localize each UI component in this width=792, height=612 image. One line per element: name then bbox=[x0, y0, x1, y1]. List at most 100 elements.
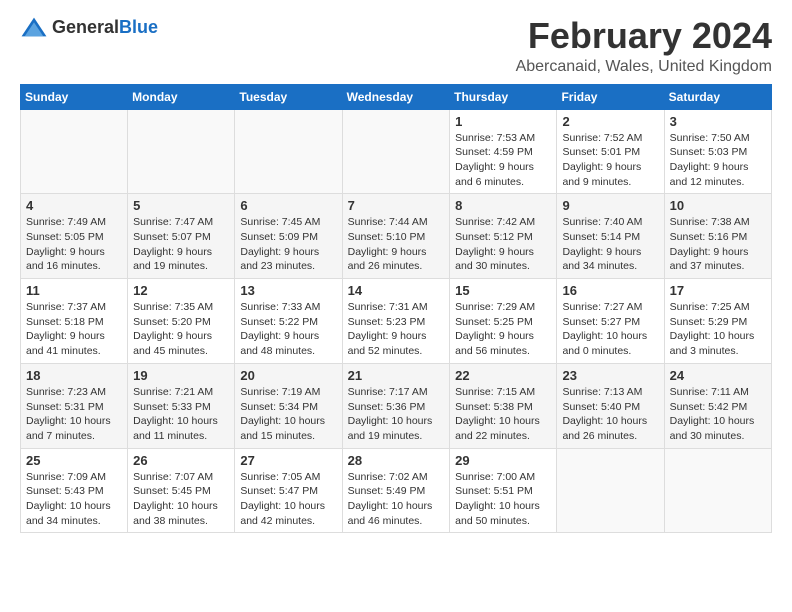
calendar-cell: 22Sunrise: 7:15 AM Sunset: 5:38 PM Dayli… bbox=[450, 363, 557, 448]
day-number: 4 bbox=[26, 198, 122, 213]
calendar-week-row: 11 Sunrise: 7:37 AM Sunset: 5:18 PM Dayli… bbox=[21, 279, 772, 364]
day-number: 26 bbox=[133, 453, 229, 468]
cell-info: Sunrise: 7:35 AM Sunset: 5:20 PM Dayligh… bbox=[133, 300, 229, 359]
calendar-cell: 25 Sunrise: 7:09 AM Sunset: 5:43 PM Dayli… bbox=[21, 448, 128, 533]
day-number: 5 bbox=[133, 198, 229, 213]
logo: GeneralBlue bbox=[20, 16, 158, 38]
calendar-cell: 29 Sunrise: 7:00 AM Sunset: 5:51 PM Dayli… bbox=[450, 448, 557, 533]
cell-info: Sunrise: 7:11 AM Sunset: 5:42 PM Dayligh… bbox=[670, 385, 766, 444]
calendar-cell: 21 Sunrise: 7:17 AM Sunset: 5:36 PM Dayli… bbox=[342, 363, 450, 448]
calendar-cell: 14Sunrise: 7:31 AM Sunset: 5:23 PM Dayli… bbox=[342, 279, 450, 364]
calendar-cell: 16 Sunrise: 7:27 AM Sunset: 5:27 PM Dayli… bbox=[557, 279, 664, 364]
day-number: 1 bbox=[455, 114, 551, 129]
day-number: 29 bbox=[455, 453, 551, 468]
day-number: 24 bbox=[670, 368, 766, 383]
cell-info: Sunrise: 7:19 AM Sunset: 5:34 PM Dayligh… bbox=[240, 385, 336, 444]
logo-general-text: General bbox=[52, 17, 119, 38]
day-number: 25 bbox=[26, 453, 122, 468]
calendar-week-row: 18 Sunrise: 7:23 AM Sunset: 5:31 PM Dayli… bbox=[21, 363, 772, 448]
day-number: 7 bbox=[348, 198, 445, 213]
cell-info: Sunrise: 7:09 AM Sunset: 5:43 PM Dayligh… bbox=[26, 470, 122, 529]
cell-info: Sunrise: 7:33 AM Sunset: 5:22 PM Dayligh… bbox=[240, 300, 336, 359]
calendar-cell bbox=[557, 448, 664, 533]
calendar-cell: 28 Sunrise: 7:02 AM Sunset: 5:49 PM Dayli… bbox=[342, 448, 450, 533]
day-number: 11 bbox=[26, 283, 122, 298]
calendar-cell: 2 Sunrise: 7:52 AM Sunset: 5:01 PM Daylig… bbox=[557, 109, 664, 194]
calendar-cell: 24 Sunrise: 7:11 AM Sunset: 5:42 PM Dayli… bbox=[664, 363, 771, 448]
day-number: 23 bbox=[562, 368, 658, 383]
cell-info: Sunrise: 7:47 AM Sunset: 5:07 PM Dayligh… bbox=[133, 215, 229, 274]
weekday-header-saturday: Saturday bbox=[664, 84, 771, 109]
calendar-cell: 9 Sunrise: 7:40 AM Sunset: 5:14 PM Daylig… bbox=[557, 194, 664, 279]
calendar-week-row: 4 Sunrise: 7:49 AM Sunset: 5:05 PM Daylig… bbox=[21, 194, 772, 279]
cell-info: Sunrise: 7:27 AM Sunset: 5:27 PM Dayligh… bbox=[562, 300, 658, 359]
calendar-cell: 6Sunrise: 7:45 AM Sunset: 5:09 PM Daylig… bbox=[235, 194, 342, 279]
calendar-cell bbox=[21, 109, 128, 194]
weekday-header-monday: Monday bbox=[128, 84, 235, 109]
calendar-cell: 4 Sunrise: 7:49 AM Sunset: 5:05 PM Daylig… bbox=[21, 194, 128, 279]
calendar-cell: 11 Sunrise: 7:37 AM Sunset: 5:18 PM Dayli… bbox=[21, 279, 128, 364]
calendar-cell: 23Sunrise: 7:13 AM Sunset: 5:40 PM Dayli… bbox=[557, 363, 664, 448]
calendar-cell: 17 Sunrise: 7:25 AM Sunset: 5:29 PM Dayli… bbox=[664, 279, 771, 364]
calendar-table: SundayMondayTuesdayWednesdayThursdayFrid… bbox=[20, 84, 772, 534]
page-header: GeneralBlue February 2024 Abercanaid, Wa… bbox=[20, 16, 772, 76]
cell-info: Sunrise: 7:31 AM Sunset: 5:23 PM Dayligh… bbox=[348, 300, 445, 359]
calendar-cell: 5 Sunrise: 7:47 AM Sunset: 5:07 PM Daylig… bbox=[128, 194, 235, 279]
calendar-cell bbox=[128, 109, 235, 194]
calendar-cell: 13 Sunrise: 7:33 AM Sunset: 5:22 PM Dayli… bbox=[235, 279, 342, 364]
cell-info: Sunrise: 7:25 AM Sunset: 5:29 PM Dayligh… bbox=[670, 300, 766, 359]
weekday-header-tuesday: Tuesday bbox=[235, 84, 342, 109]
calendar-cell: 1 Sunrise: 7:53 AM Sunset: 4:59 PM Daylig… bbox=[450, 109, 557, 194]
day-number: 20 bbox=[240, 368, 336, 383]
location-title: Abercanaid, Wales, United Kingdom bbox=[516, 58, 772, 76]
weekday-header-thursday: Thursday bbox=[450, 84, 557, 109]
calendar-cell: 15Sunrise: 7:29 AM Sunset: 5:25 PM Dayli… bbox=[450, 279, 557, 364]
cell-info: Sunrise: 7:42 AM Sunset: 5:12 PM Dayligh… bbox=[455, 215, 551, 274]
day-number: 2 bbox=[562, 114, 658, 129]
calendar-cell bbox=[664, 448, 771, 533]
cell-info: Sunrise: 7:38 AM Sunset: 5:16 PM Dayligh… bbox=[670, 215, 766, 274]
day-number: 12 bbox=[133, 283, 229, 298]
day-number: 16 bbox=[562, 283, 658, 298]
cell-info: Sunrise: 7:07 AM Sunset: 5:45 PM Dayligh… bbox=[133, 470, 229, 529]
calendar-cell bbox=[342, 109, 450, 194]
logo-blue-text: Blue bbox=[119, 17, 158, 38]
day-number: 22 bbox=[455, 368, 551, 383]
day-number: 8 bbox=[455, 198, 551, 213]
cell-info: Sunrise: 7:37 AM Sunset: 5:18 PM Dayligh… bbox=[26, 300, 122, 359]
day-number: 18 bbox=[26, 368, 122, 383]
day-number: 28 bbox=[348, 453, 445, 468]
day-number: 17 bbox=[670, 283, 766, 298]
weekday-header-wednesday: Wednesday bbox=[342, 84, 450, 109]
cell-info: Sunrise: 7:49 AM Sunset: 5:05 PM Dayligh… bbox=[26, 215, 122, 274]
calendar-cell: 20 Sunrise: 7:19 AM Sunset: 5:34 PM Dayli… bbox=[235, 363, 342, 448]
cell-info: Sunrise: 7:23 AM Sunset: 5:31 PM Dayligh… bbox=[26, 385, 122, 444]
cell-info: Sunrise: 7:17 AM Sunset: 5:36 PM Dayligh… bbox=[348, 385, 445, 444]
calendar-cell: 12 Sunrise: 7:35 AM Sunset: 5:20 PM Dayli… bbox=[128, 279, 235, 364]
day-number: 13 bbox=[240, 283, 336, 298]
calendar-cell: 19 Sunrise: 7:21 AM Sunset: 5:33 PM Dayli… bbox=[128, 363, 235, 448]
calendar-week-row: 1 Sunrise: 7:53 AM Sunset: 4:59 PM Daylig… bbox=[21, 109, 772, 194]
calendar-cell bbox=[235, 109, 342, 194]
cell-info: Sunrise: 7:40 AM Sunset: 5:14 PM Dayligh… bbox=[562, 215, 658, 274]
cell-info: Sunrise: 7:53 AM Sunset: 4:59 PM Dayligh… bbox=[455, 131, 551, 190]
cell-info: Sunrise: 7:02 AM Sunset: 5:49 PM Dayligh… bbox=[348, 470, 445, 529]
day-number: 10 bbox=[670, 198, 766, 213]
cell-info: Sunrise: 7:00 AM Sunset: 5:51 PM Dayligh… bbox=[455, 470, 551, 529]
calendar-cell: 10 Sunrise: 7:38 AM Sunset: 5:16 PM Dayli… bbox=[664, 194, 771, 279]
cell-info: Sunrise: 7:52 AM Sunset: 5:01 PM Dayligh… bbox=[562, 131, 658, 190]
weekday-header-row: SundayMondayTuesdayWednesdayThursdayFrid… bbox=[21, 84, 772, 109]
calendar-week-row: 25 Sunrise: 7:09 AM Sunset: 5:43 PM Dayli… bbox=[21, 448, 772, 533]
day-number: 9 bbox=[562, 198, 658, 213]
calendar-cell: 7Sunrise: 7:44 AM Sunset: 5:10 PM Daylig… bbox=[342, 194, 450, 279]
day-number: 21 bbox=[348, 368, 445, 383]
cell-info: Sunrise: 7:50 AM Sunset: 5:03 PM Dayligh… bbox=[670, 131, 766, 190]
weekday-header-friday: Friday bbox=[557, 84, 664, 109]
day-number: 19 bbox=[133, 368, 229, 383]
cell-info: Sunrise: 7:21 AM Sunset: 5:33 PM Dayligh… bbox=[133, 385, 229, 444]
month-title: February 2024 bbox=[516, 16, 772, 56]
calendar-cell: 26 Sunrise: 7:07 AM Sunset: 5:45 PM Dayli… bbox=[128, 448, 235, 533]
cell-info: Sunrise: 7:29 AM Sunset: 5:25 PM Dayligh… bbox=[455, 300, 551, 359]
calendar-cell: 8 Sunrise: 7:42 AM Sunset: 5:12 PM Daylig… bbox=[450, 194, 557, 279]
title-block: February 2024 Abercanaid, Wales, United … bbox=[516, 16, 772, 76]
